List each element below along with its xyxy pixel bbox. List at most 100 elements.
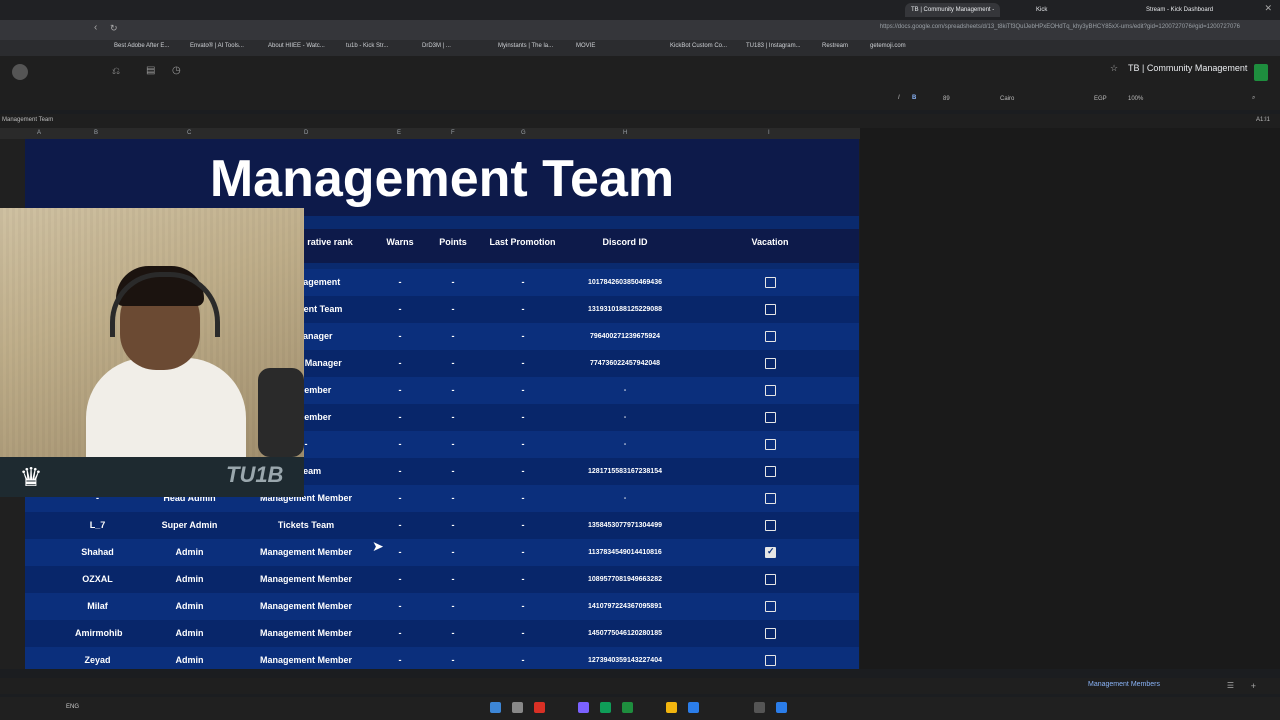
reload-icon[interactable]: ↻ [110,23,118,34]
tab-kick-dashboard[interactable]: Stream - Kick Dashboard [1140,3,1219,17]
cell-admin-rank[interactable]: Admin [153,574,226,584]
cell-team[interactable]: Management Member [245,547,367,557]
sheets-logo-icon[interactable] [1254,64,1268,81]
bookmark[interactable]: tu1b - Kick Str... [346,43,388,49]
cell-warns[interactable]: - [375,574,425,584]
cell-warns[interactable]: - [375,412,425,422]
cell-reference[interactable]: A1:I1 [1256,117,1270,123]
cell-warns[interactable]: - [375,628,425,638]
taskbar-app-icon[interactable] [578,702,589,713]
font-size-input[interactable]: 89 [943,96,950,102]
cell-warns[interactable]: - [375,601,425,611]
vacation-checkbox[interactable] [765,385,776,396]
cell-promo[interactable]: - [498,655,548,665]
cell-warns[interactable]: - [375,493,425,503]
column-header[interactable]: B [94,130,98,136]
vacation-checkbox[interactable] [765,358,776,369]
taskbar-app-icon[interactable] [688,702,699,713]
vacation-checkbox[interactable] [765,574,776,585]
vacation-checkbox[interactable] [765,277,776,288]
cell-promo[interactable]: - [498,466,548,476]
cell-points[interactable]: - [428,304,478,314]
bookmark[interactable]: Myinstants | The la... [498,43,553,49]
cell-promo[interactable]: - [498,547,548,557]
cell-team[interactable]: Tickets Team [245,520,367,530]
start-icon[interactable] [776,702,787,713]
sheets-taskbar-icon[interactable] [622,702,633,713]
avatar[interactable] [12,64,28,80]
vacation-checkbox[interactable] [765,304,776,315]
all-sheets-icon[interactable]: ☰ [1227,681,1234,690]
vacation-checkbox[interactable] [765,493,776,504]
tab-community-management[interactable]: TB | Community Management - [905,3,1001,17]
add-sheet-icon[interactable]: + [1251,681,1256,691]
column-header[interactable]: D [304,130,308,136]
star-icon[interactable]: ☆ [1110,63,1118,74]
cell-promo[interactable]: - [498,331,548,341]
folder-icon[interactable] [666,702,677,713]
url-text[interactable]: https://docs.google.com/spreadsheets/d/1… [880,24,1240,30]
cell-name[interactable]: Amirmohib [75,628,123,638]
cell-promo[interactable]: - [498,304,548,314]
cell-points[interactable]: - [428,655,478,665]
cell-points[interactable]: - [428,601,478,611]
cell-points[interactable]: - [428,412,478,422]
back-icon[interactable]: ‹ [94,22,97,33]
bookmark[interactable]: Envato® | AI Tools... [190,43,244,49]
cell-promo[interactable]: - [498,601,548,611]
cell-points[interactable]: - [428,277,478,287]
doc-title[interactable]: TB | Community Management [1128,63,1247,73]
undo-history-icon[interactable]: ⎌ [112,66,120,77]
column-header[interactable]: H [623,130,627,136]
empty-grid-area[interactable] [860,128,1280,669]
bookmark[interactable]: Best Adobe After E... [114,43,169,49]
cell-discord[interactable]: 774736022457942048 [575,360,675,367]
cell-points[interactable]: - [428,493,478,503]
tab-kick[interactable]: Kick [1030,3,1053,17]
cell-admin-rank[interactable]: Admin [153,655,226,665]
header-admin-rank[interactable]: rative rank [295,237,365,247]
cell-points[interactable]: - [428,574,478,584]
cell-team[interactable]: Management Member [245,574,367,584]
cell-discord[interactable]: 1137834549014410816 [575,549,675,556]
header-last-promotion[interactable]: Last Promotion [480,237,565,247]
bookmark[interactable]: About HIIEE - Watc... [268,43,325,49]
bold-button[interactable]: B [912,95,916,101]
cell-points[interactable]: - [428,547,478,557]
cell-discord[interactable]: 1410797224367095891 [575,603,675,610]
cell-promo[interactable]: - [498,277,548,287]
vacation-checkbox[interactable] [765,546,776,558]
font-select[interactable]: Cairo [1000,96,1014,102]
bookmark[interactable]: getemoji.com [870,43,906,49]
cell-points[interactable]: - [428,385,478,395]
search-taskbar-icon[interactable] [754,702,765,713]
name-box[interactable]: Management Team [2,117,53,123]
vacation-checkbox[interactable] [765,466,776,477]
cell-warns[interactable]: - [375,385,425,395]
column-header[interactable]: C [187,130,191,136]
vacation-checkbox[interactable] [765,520,776,531]
italic-button[interactable]: I [898,95,900,101]
vacation-checkbox[interactable] [765,412,776,423]
cell-points[interactable]: - [428,628,478,638]
vacation-checkbox[interactable] [765,601,776,612]
cell-team[interactable]: Management Member [245,655,367,665]
cell-discord[interactable]: 1319310188125229088 [575,306,675,313]
cell-name[interactable]: Shahad [75,547,120,557]
search-icon[interactable]: ⌕ [1252,95,1255,102]
cell-warns[interactable]: - [375,277,425,287]
settings-icon[interactable] [512,702,523,713]
cell-discord[interactable]: 1089577081949663282 [575,576,675,583]
cell-name[interactable]: Zeyad [75,655,120,665]
cell-warns[interactable]: - [375,439,425,449]
cell-promo[interactable]: - [498,628,548,638]
cell-admin-rank[interactable]: Admin [153,601,226,611]
bookmark[interactable]: DrD3M | ... [422,43,451,49]
cell-points[interactable]: - [428,466,478,476]
taskbar-app-icon[interactable] [490,702,501,713]
cell-discord[interactable]: - [575,414,675,421]
cell-promo[interactable]: - [498,574,548,584]
cell-name[interactable]: OZXAL [75,574,120,584]
bookmark[interactable]: MOVIE [576,43,595,49]
cell-discord[interactable]: 1281715583167238154 [575,468,675,475]
